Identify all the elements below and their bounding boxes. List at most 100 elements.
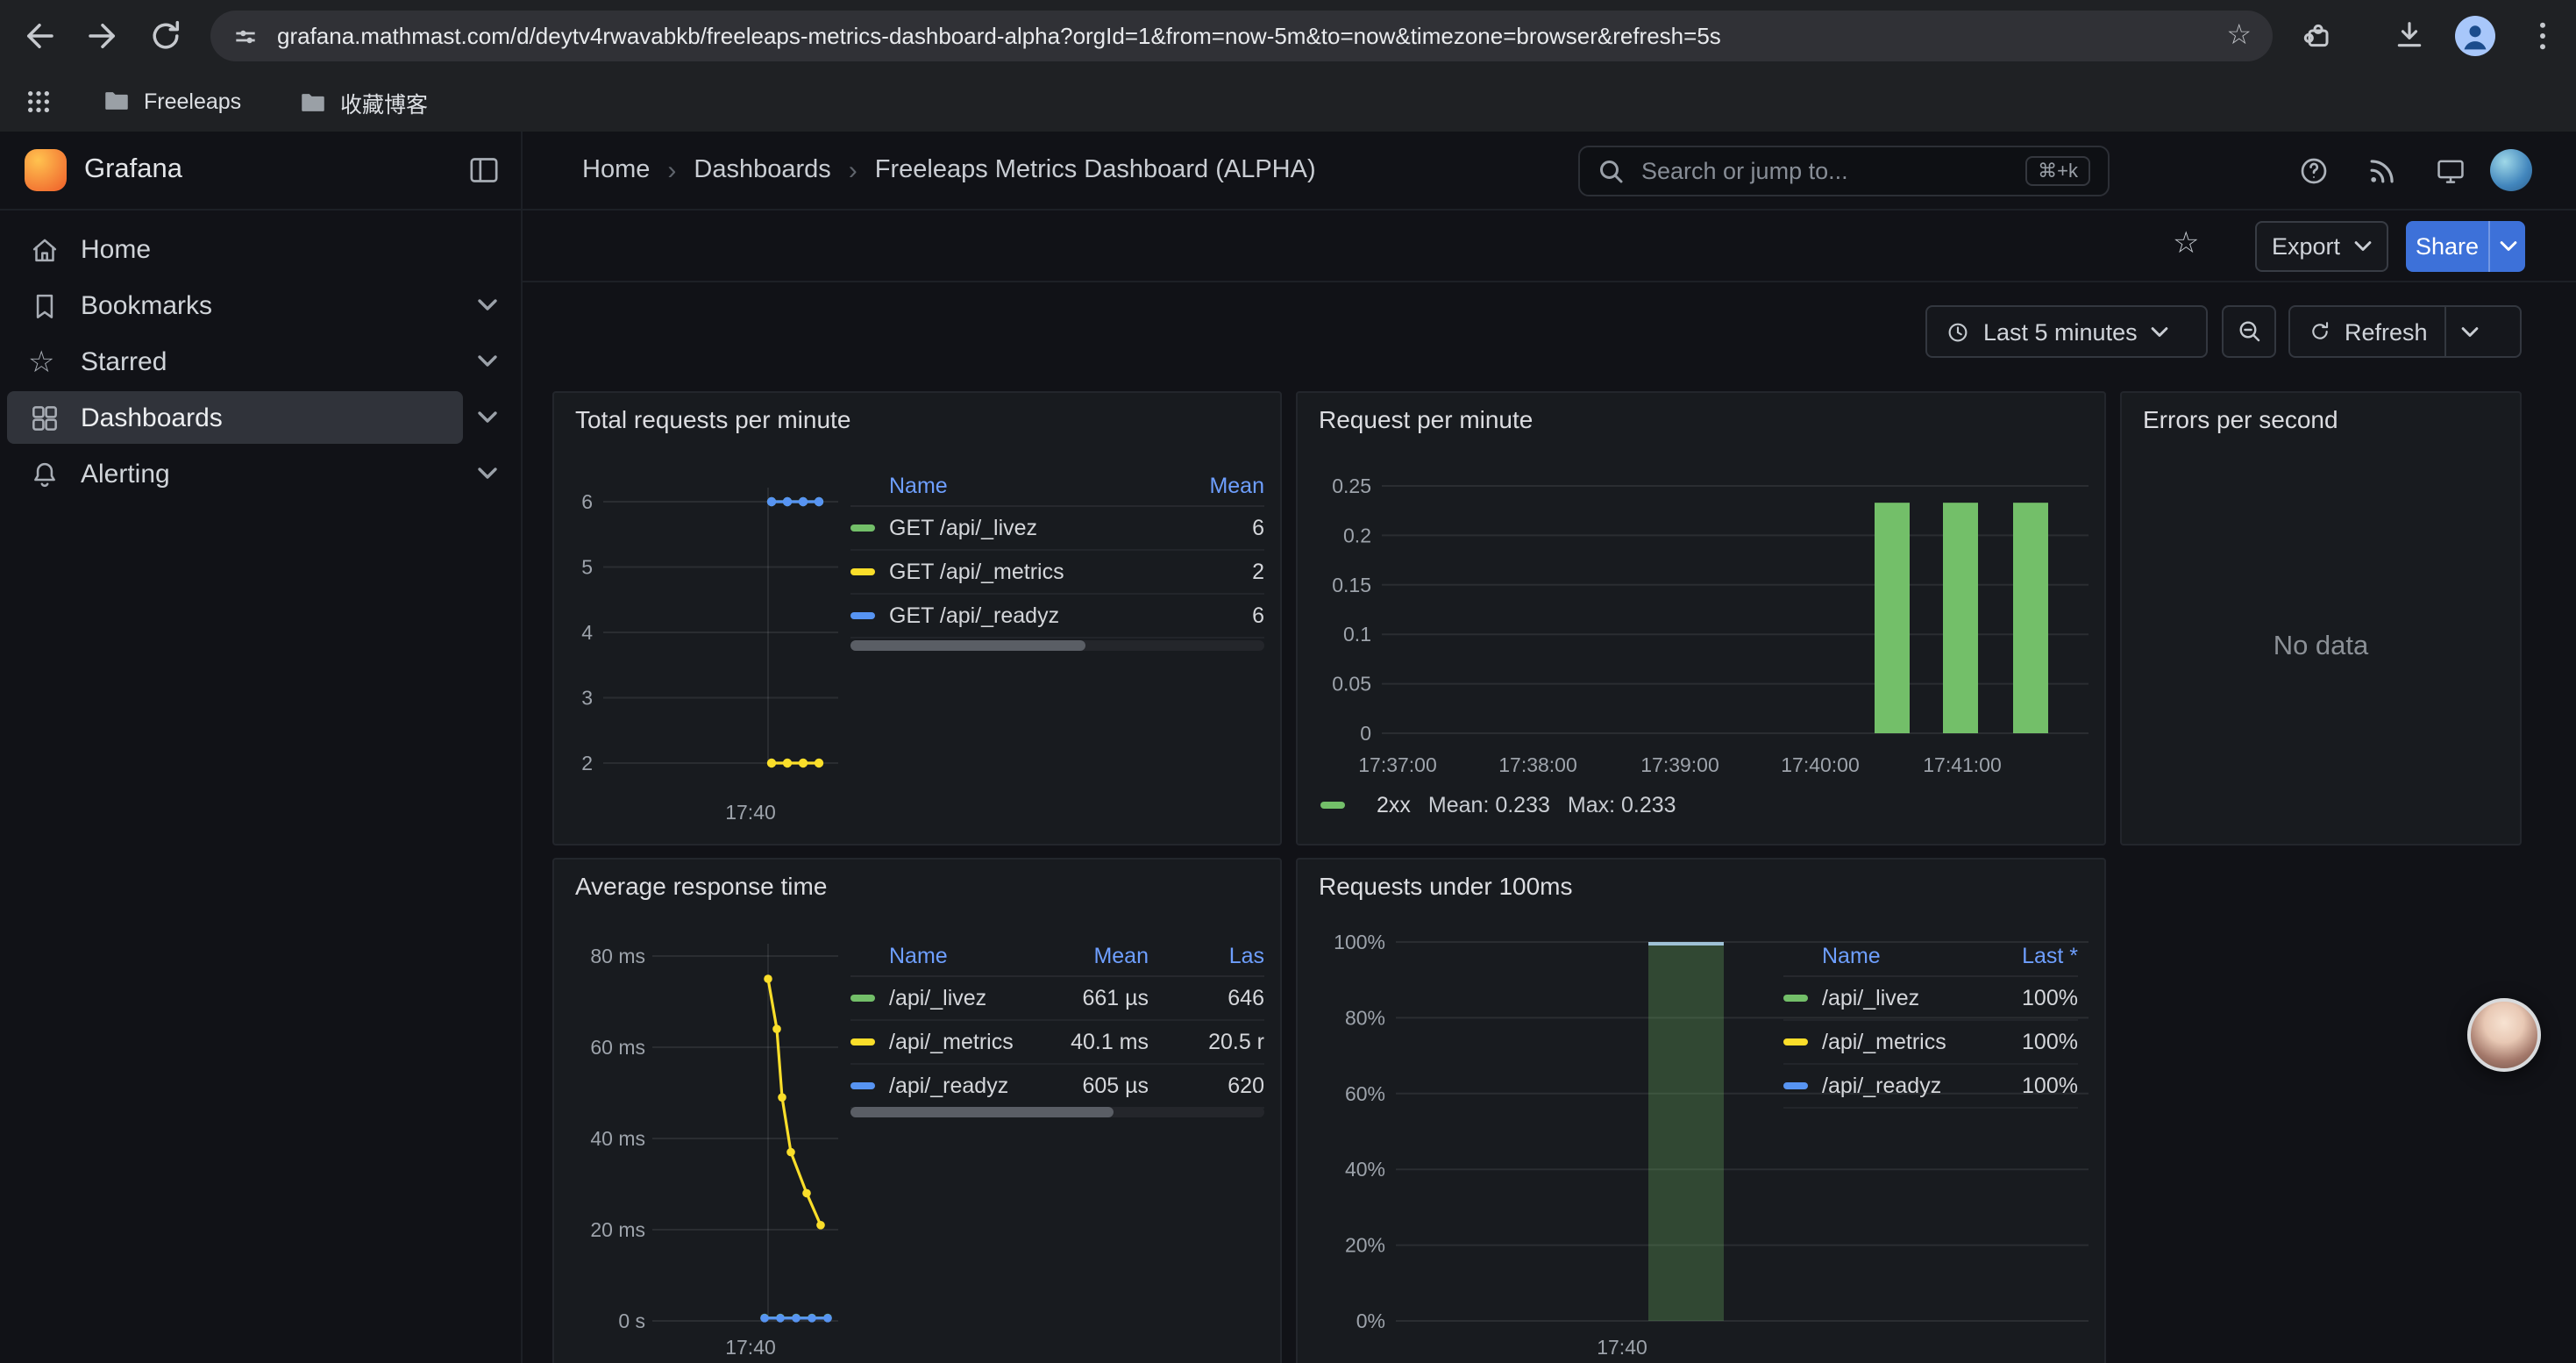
bookmark-folder-freeleaps[interactable]: Freeleaps xyxy=(102,86,241,116)
export-button[interactable]: Export xyxy=(2255,221,2388,272)
legend-col-name[interactable]: Name xyxy=(850,474,1164,498)
reload-icon[interactable] xyxy=(147,18,184,54)
svg-text:17:38:00: 17:38:00 xyxy=(1498,753,1577,776)
series-name[interactable]: GET /api/_readyz xyxy=(889,603,1164,628)
series-last: 20.5 r xyxy=(1149,1030,1264,1054)
apps-grid-icon[interactable] xyxy=(25,88,61,125)
favorite-star-icon[interactable]: ☆ xyxy=(2173,226,2200,261)
series-name[interactable]: /api/_metrics xyxy=(889,1030,1033,1054)
time-range-picker[interactable]: Last 5 minutes xyxy=(1925,305,2208,358)
url-input[interactable] xyxy=(277,23,2209,49)
sidebar-item-label: Starred xyxy=(81,346,167,376)
sidebar-item-label: Alerting xyxy=(81,459,170,489)
legend-row[interactable]: /api/_livez 100% xyxy=(1783,977,2078,1021)
grafana-header: Home › Dashboards › Freeleaps Metrics Da… xyxy=(523,132,2576,211)
collapse-sidebar-icon[interactable] xyxy=(466,153,502,188)
series-name[interactable]: /api/_livez xyxy=(889,986,1033,1010)
svg-text:17:40:00: 17:40:00 xyxy=(1781,753,1860,776)
legend-header[interactable]: Name Last * xyxy=(1783,937,2078,977)
series-name[interactable]: GET /api/_metrics xyxy=(889,560,1164,584)
series-name[interactable]: /api/_metrics xyxy=(1822,1030,1973,1054)
share-button[interactable]: Share xyxy=(2406,221,2488,272)
browser-profile-avatar[interactable] xyxy=(2455,16,2495,56)
legend-row[interactable]: /api/_readyz 100% xyxy=(1783,1065,2078,1109)
series-last: 100% xyxy=(1973,1030,2078,1054)
legend-row[interactable]: /api/_livez 661 µs 646 xyxy=(850,977,1264,1021)
search-input[interactable] xyxy=(1638,156,2011,186)
svg-text:0%: 0% xyxy=(1356,1309,1385,1332)
legend-col-last[interactable]: Last * xyxy=(1973,944,2078,968)
legend-col-name[interactable]: Name xyxy=(850,944,1033,968)
legend-row[interactable]: GET /api/_livez 6 xyxy=(850,507,1264,551)
chevron-down-icon[interactable] xyxy=(477,354,498,368)
legend-row[interactable]: /api/_metrics 40.1 ms 20.5 r xyxy=(850,1021,1264,1065)
requests-under-100ms-chart[interactable]: 100%80%60%40%20%0%17:40 xyxy=(1298,860,2106,1363)
sidebar-item-home[interactable]: Home xyxy=(0,221,523,277)
chevron-down-icon[interactable] xyxy=(477,467,498,481)
sidebar-item-bookmarks[interactable]: Bookmarks xyxy=(0,277,523,333)
zoom-out-button[interactable] xyxy=(2222,305,2276,358)
legend-row[interactable]: /api/_metrics 100% xyxy=(1783,1021,2078,1065)
chevron-down-icon[interactable] xyxy=(477,298,498,312)
floating-assistant-avatar[interactable] xyxy=(2467,998,2541,1072)
refresh-interval-dropdown[interactable] xyxy=(2445,307,2494,356)
share-dropdown-icon[interactable] xyxy=(2488,221,2525,272)
request-per-minute-chart[interactable]: 0.250.20.150.10.05017:37:0017:38:0017:39… xyxy=(1298,393,2106,846)
legend-row[interactable]: /api/_readyz 605 µs 620 xyxy=(850,1065,1264,1109)
legend-row[interactable]: GET /api/_metrics 2 xyxy=(850,551,1264,595)
breadcrumb-dashboards[interactable]: Dashboards xyxy=(694,156,830,184)
series-name[interactable]: GET /api/_livez xyxy=(889,516,1164,540)
legend-col-name[interactable]: Name xyxy=(1783,944,1973,968)
help-icon[interactable] xyxy=(2297,154,2330,188)
chevron-down-icon[interactable] xyxy=(477,410,498,425)
legend-col-mean[interactable]: Mean xyxy=(1033,944,1149,968)
tv-mode-icon[interactable] xyxy=(2434,154,2467,188)
sidebar-item-label: Dashboards xyxy=(81,403,223,432)
back-icon[interactable] xyxy=(21,18,58,54)
bookmark-folder-blogs[interactable]: 收藏博客 xyxy=(298,86,428,119)
series-name[interactable]: 2xx xyxy=(1377,793,1411,817)
sidebar-item-alerting[interactable]: Alerting xyxy=(0,446,523,502)
search-bar[interactable]: ⌘+k xyxy=(1578,146,2110,196)
folder-icon xyxy=(298,88,328,118)
legend-scrollbar[interactable] xyxy=(850,640,1264,651)
legend-row[interactable]: 2xx Mean: 0.233 Max: 0.233 xyxy=(1320,793,1676,817)
legend-table: Name Mean Las /api/_livez 661 µs 646 /ap… xyxy=(850,937,1264,1109)
sidebar-item-dashboards[interactable]: Dashboards xyxy=(0,389,523,446)
breadcrumb-home[interactable]: Home xyxy=(582,156,650,184)
legend-scrollbar[interactable] xyxy=(850,1107,1264,1117)
browser-menu-icon[interactable] xyxy=(2532,18,2553,54)
panel-title[interactable]: Errors per second xyxy=(2143,405,2338,433)
site-info-icon[interactable] xyxy=(231,22,260,50)
forward-icon[interactable] xyxy=(84,18,121,54)
legend-col-last[interactable]: Las xyxy=(1149,944,1264,968)
legend-table: Name Last * /api/_livez 100% /api/_metri… xyxy=(1783,937,2078,1109)
refresh-button[interactable]: Refresh xyxy=(2290,307,2445,356)
bookmark-star-icon[interactable]: ☆ xyxy=(2226,22,2252,50)
legend-row[interactable]: GET /api/_readyz 6 xyxy=(850,595,1264,639)
svg-text:20 ms: 20 ms xyxy=(590,1218,645,1241)
panel-request-per-minute: Request per minute 0.250.20.150.10.05017… xyxy=(1296,391,2106,846)
share-split-button[interactable]: Share xyxy=(2406,221,2525,272)
series-last: 620 xyxy=(1149,1074,1264,1098)
brand-title: Grafana xyxy=(84,154,182,186)
browser-toolbar: ☆ xyxy=(0,0,2576,72)
refresh-button-group[interactable]: Refresh xyxy=(2288,305,2522,358)
svg-text:0.25: 0.25 xyxy=(1332,475,1371,497)
extensions-icon[interactable] xyxy=(2301,18,2338,54)
user-avatar[interactable] xyxy=(2490,149,2532,191)
series-color-dash xyxy=(850,1082,875,1089)
series-name[interactable]: /api/_readyz xyxy=(1822,1074,1973,1098)
grafana-logo[interactable] xyxy=(25,149,67,191)
address-bar[interactable]: ☆ xyxy=(210,11,2273,61)
series-name[interactable]: /api/_readyz xyxy=(889,1074,1033,1098)
svg-text:80%: 80% xyxy=(1345,1006,1385,1029)
breadcrumb-separator: › xyxy=(849,155,857,185)
series-name[interactable]: /api/_livez xyxy=(1822,986,1973,1010)
downloads-icon[interactable] xyxy=(2392,18,2429,54)
legend-header[interactable]: Name Mean xyxy=(850,467,1264,507)
legend-header[interactable]: Name Mean Las xyxy=(850,937,1264,977)
legend-col-mean[interactable]: Mean xyxy=(1164,474,1264,498)
sidebar-item-starred[interactable]: ☆ Starred xyxy=(0,333,523,389)
news-rss-icon[interactable] xyxy=(2366,154,2399,188)
